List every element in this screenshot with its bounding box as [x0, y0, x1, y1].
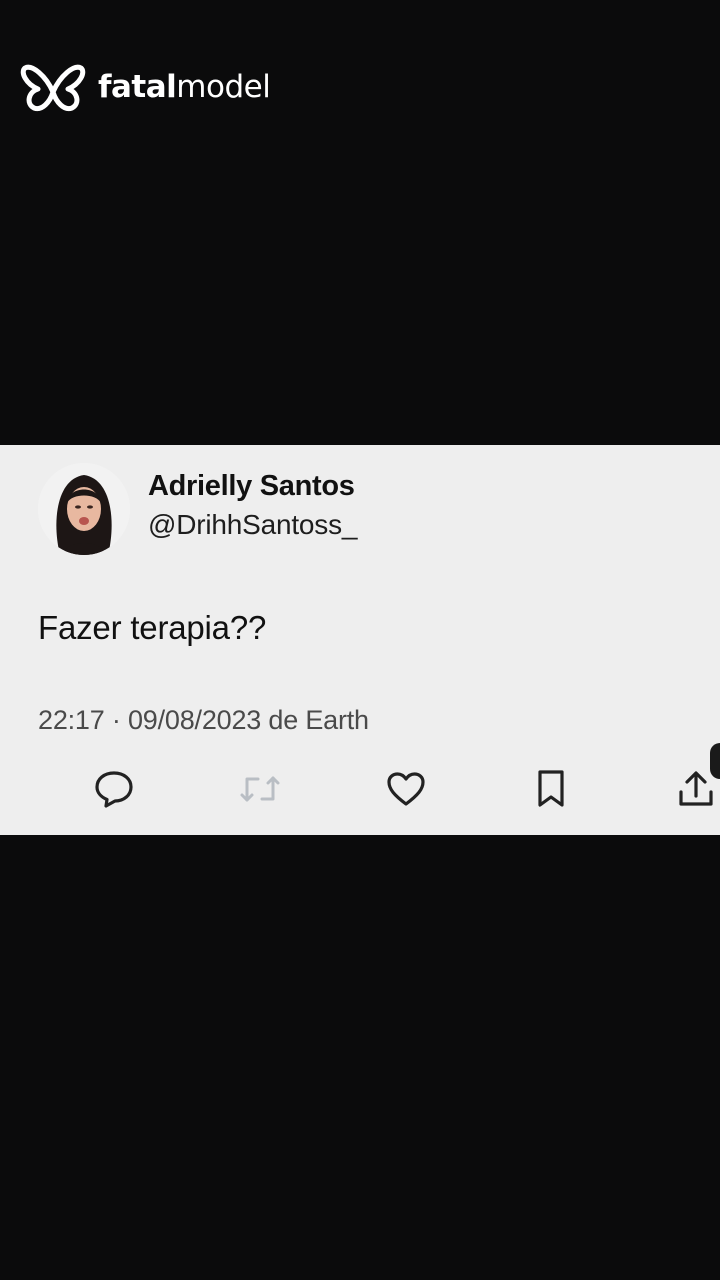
- butterfly-icon: [20, 62, 86, 112]
- tweet-timestamp: 22:17 · 09/08/2023 de Earth: [38, 705, 369, 735]
- display-name[interactable]: Adrielly Santos: [148, 470, 355, 503]
- tweet-actions: [0, 765, 720, 815]
- reply-button[interactable]: [90, 765, 138, 813]
- user-handle[interactable]: @DrihhSantoss_: [148, 509, 357, 541]
- watermark: fatalmodel: [20, 62, 271, 112]
- tweet-card: Adrielly Santos @DrihhSantoss_ Fazer ter…: [0, 445, 720, 835]
- like-button[interactable]: [382, 765, 430, 813]
- edge-overlay: [710, 743, 720, 779]
- avatar[interactable]: [38, 463, 130, 555]
- bookmark-icon: [535, 769, 567, 809]
- bookmark-button[interactable]: [527, 765, 575, 813]
- heart-icon: [386, 771, 426, 807]
- brand-name-bold: fatal: [98, 69, 177, 105]
- retweet-button[interactable]: [236, 765, 284, 813]
- brand-name-light: model: [176, 69, 271, 105]
- share-icon: [676, 769, 716, 809]
- reply-icon: [94, 770, 134, 808]
- retweet-icon: [239, 772, 281, 806]
- brand-name: fatalmodel: [98, 69, 271, 105]
- tweet-text: Fazer terapia??: [38, 609, 267, 646]
